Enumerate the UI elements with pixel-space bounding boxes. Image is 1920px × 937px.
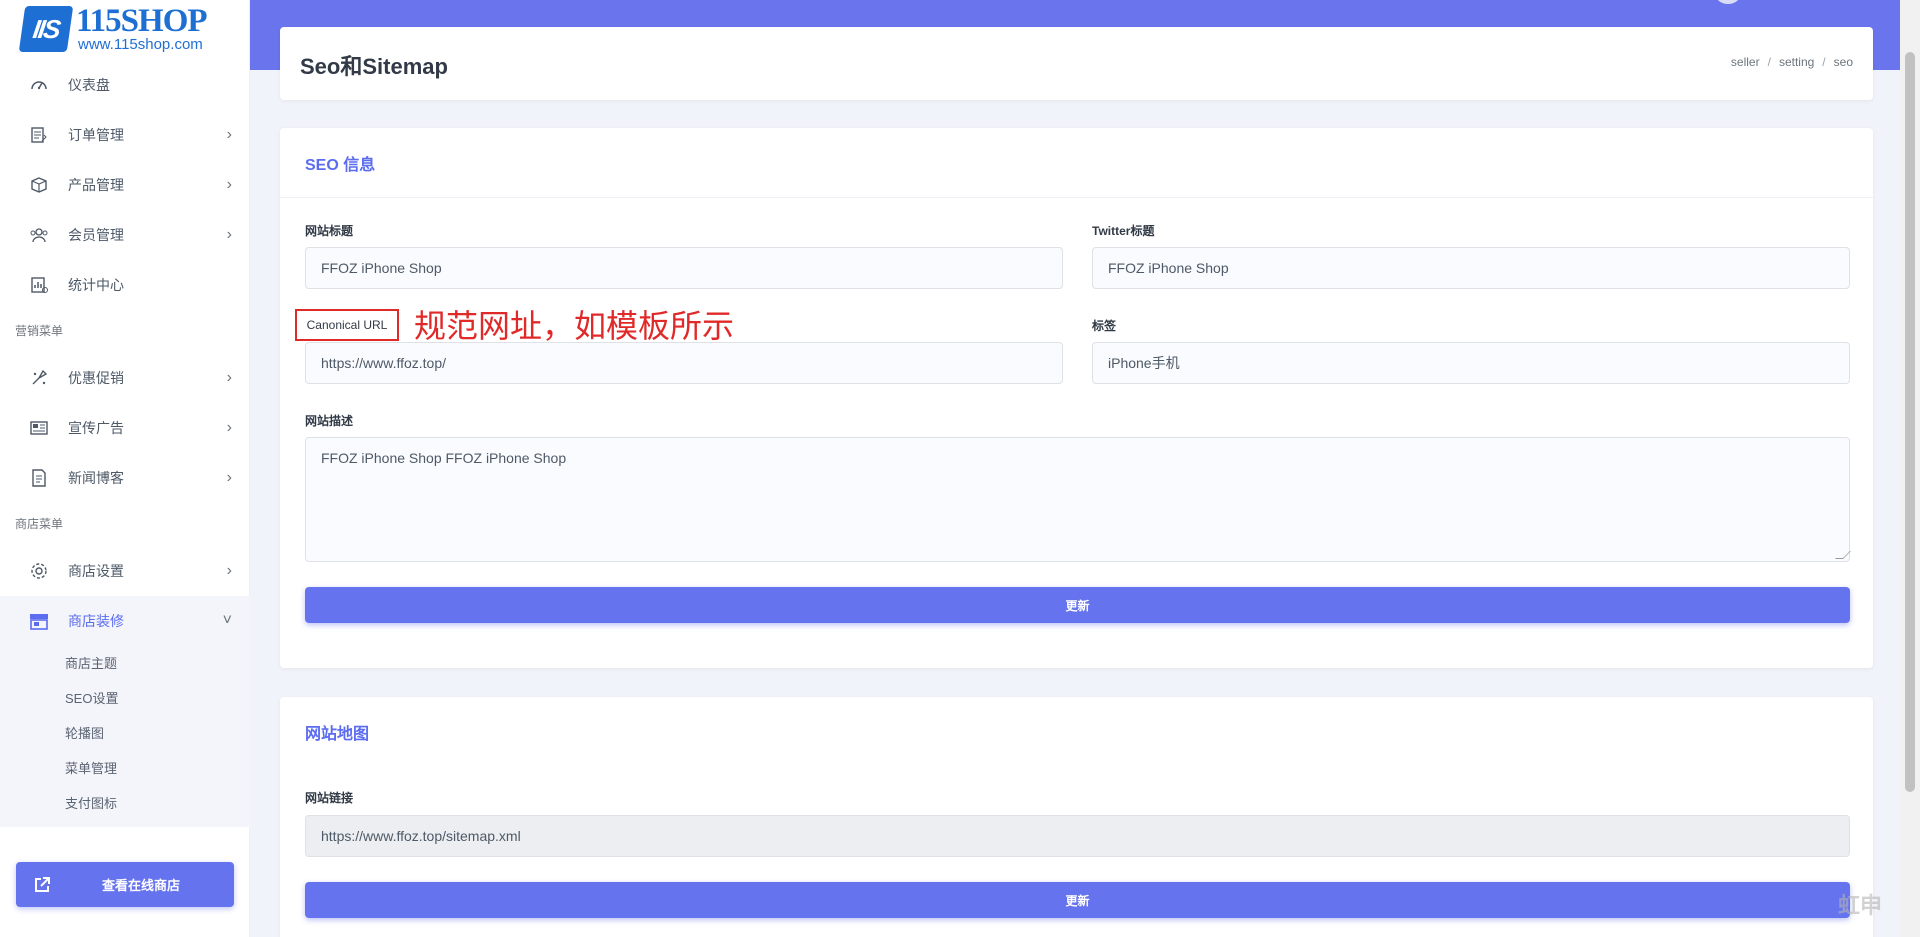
- page-scrollbar[interactable]: [1900, 0, 1920, 937]
- sidebar-item-label: 新闻博客: [68, 470, 124, 486]
- store-icon: [28, 610, 50, 632]
- view-online-shop-label: 查看在线商店: [102, 878, 181, 893]
- chevron-down-icon: ˅: [222, 612, 232, 629]
- sidebar-subitem-slideshow[interactable]: 轮播图: [0, 716, 250, 751]
- sidebar-item-label: 商店装修: [68, 613, 124, 629]
- page-title-card: Seo和Sitemap seller / setting / seo: [280, 27, 1873, 100]
- sidebar-subitem-theme[interactable]: 商店主题: [0, 646, 250, 681]
- sidebar-subitem-payment-icons[interactable]: 支付图标: [0, 786, 250, 821]
- description-label: 网站描述: [305, 414, 354, 428]
- twitter-title-value: FFOZ iPhone Shop: [1108, 260, 1229, 276]
- sidebar-item-members[interactable]: 会员管理 ›: [0, 210, 250, 260]
- watermark: 虹申: [1838, 893, 1883, 918]
- sidebar-item-dashboard[interactable]: 仪表盘: [0, 60, 250, 110]
- breadcrumb-setting[interactable]: setting: [1779, 55, 1814, 69]
- tags-input[interactable]: iPhone手机: [1092, 342, 1850, 384]
- sidebar-item-label: 优惠促销: [68, 370, 124, 386]
- chevron-right-icon: ›: [226, 126, 232, 143]
- view-online-shop-button[interactable]: 查看在线商店: [16, 862, 234, 907]
- sidebar-subitem-seo[interactable]: SEO设置: [0, 681, 250, 716]
- promo-icon: [28, 367, 50, 389]
- canonical-url-label: Canonical URL: [295, 309, 399, 341]
- sitemap-card-title: 网站地图: [305, 726, 370, 743]
- chevron-right-icon: ›: [226, 562, 232, 579]
- chevron-right-icon: ›: [226, 369, 232, 386]
- sidebar-section-shop: 商店菜单: [15, 517, 64, 531]
- brand-mark: IIS: [18, 6, 74, 52]
- chevron-right-icon: ›: [226, 226, 232, 243]
- news-icon: [28, 467, 50, 489]
- sidebar-item-label: 宣传广告: [68, 420, 124, 436]
- breadcrumb-seo: seo: [1833, 55, 1853, 69]
- site-title-value: FFOZ iPhone Shop: [321, 260, 442, 276]
- canonical-url-input[interactable]: https://www.ffoz.top/: [305, 342, 1063, 384]
- package-icon: [28, 174, 50, 196]
- sidebar: IIS 115SHOP www.115shop.com 仪表盘 订单管理 › 产…: [0, 0, 250, 937]
- sitemap-card: 网站地图 网站链接 https://www.ffoz.top/sitemap.x…: [280, 697, 1873, 937]
- sidebar-item-label: 仪表盘: [68, 77, 110, 93]
- chevron-right-icon: ›: [226, 176, 232, 193]
- breadcrumb: seller / setting / seo: [1731, 55, 1853, 69]
- canonical-url-value: https://www.ffoz.top/: [321, 355, 447, 371]
- sitemap-link-label: 网站链接: [305, 791, 354, 805]
- brand-logo[interactable]: IIS 115SHOP www.115shop.com: [18, 2, 232, 56]
- page-title: Seo和Sitemap: [300, 54, 448, 79]
- breadcrumb-seller[interactable]: seller: [1731, 55, 1760, 69]
- twitter-title-label: Twitter标题: [1092, 224, 1155, 238]
- gear-icon: [28, 560, 50, 582]
- sidebar-item-promotions[interactable]: 优惠促销 ›: [0, 353, 250, 403]
- sidebar-item-stats[interactable]: 统计中心: [0, 260, 250, 310]
- sidebar-submenu: 商店主题 SEO设置 轮播图 菜单管理 支付图标: [0, 646, 250, 827]
- description-value: FFOZ iPhone Shop FFOZ iPhone Shop: [321, 450, 567, 466]
- sidebar-subitem-menu[interactable]: 菜单管理: [0, 751, 250, 786]
- sidebar-section-marketing: 营销菜单: [15, 324, 64, 338]
- sidebar-item-orders[interactable]: 订单管理 ›: [0, 110, 250, 160]
- ads-icon: [28, 417, 50, 439]
- sidebar-item-products[interactable]: 产品管理 ›: [0, 160, 250, 210]
- users-icon: [28, 224, 50, 246]
- annotation-text: 规范网址，如模板所示: [414, 307, 735, 345]
- tags-value: iPhone手机: [1108, 355, 1180, 371]
- tags-label: 标签: [1092, 319, 1117, 333]
- sidebar-item-label: 会员管理: [68, 227, 124, 243]
- twitter-title-input[interactable]: FFOZ iPhone Shop: [1092, 247, 1850, 289]
- chevron-right-icon: ›: [226, 419, 232, 436]
- sidebar-item-ads[interactable]: 宣传广告 ›: [0, 403, 250, 453]
- sidebar-item-label: 统计中心: [68, 277, 124, 293]
- sidebar-nav: 仪表盘 订单管理 › 产品管理 › 会员管理 › 统计中心 营销菜单 优惠促销 …: [0, 60, 250, 827]
- sidebar-item-label: 订单管理: [68, 127, 124, 143]
- brand-name: 115SHOP: [76, 3, 208, 39]
- brand-url: www.115shop.com: [78, 36, 203, 53]
- sitemap-link-input[interactable]: https://www.ffoz.top/sitemap.xml: [305, 815, 1850, 857]
- sidebar-item-shop-settings[interactable]: 商店设置 ›: [0, 546, 250, 596]
- seo-update-button[interactable]: 更新: [305, 587, 1850, 623]
- description-textarea[interactable]: FFOZ iPhone Shop FFOZ iPhone Shop: [305, 437, 1851, 562]
- breadcrumb-separator: /: [1767, 55, 1771, 69]
- sidebar-item-label: 商店设置: [68, 563, 124, 579]
- seo-info-card: SEO 信息 网站标题 FFOZ iPhone Shop Twitter标题 F…: [280, 128, 1873, 668]
- sidebar-item-label: 产品管理: [68, 177, 124, 193]
- sitemap-update-button[interactable]: 更新: [305, 882, 1850, 918]
- sitemap-link-value: https://www.ffoz.top/sitemap.xml: [321, 828, 521, 844]
- site-title-label: 网站标题: [305, 224, 354, 238]
- order-icon: [28, 124, 50, 146]
- seo-card-title: SEO 信息: [280, 128, 1873, 198]
- chevron-right-icon: ›: [226, 469, 232, 486]
- sidebar-item-shop-decoration[interactable]: 商店装修 ˅: [0, 596, 250, 646]
- sidebar-item-news[interactable]: 新闻博客 ›: [0, 453, 250, 503]
- breadcrumb-separator: /: [1822, 55, 1826, 69]
- scrollbar-thumb[interactable]: [1905, 52, 1915, 792]
- dashboard-icon: [28, 74, 50, 96]
- site-title-input[interactable]: FFOZ iPhone Shop: [305, 247, 1063, 289]
- stats-icon: [28, 274, 50, 296]
- avatar[interactable]: [1716, 0, 1740, 4]
- external-link-icon: [32, 875, 52, 895]
- resize-handle-icon[interactable]: [1835, 551, 1851, 559]
